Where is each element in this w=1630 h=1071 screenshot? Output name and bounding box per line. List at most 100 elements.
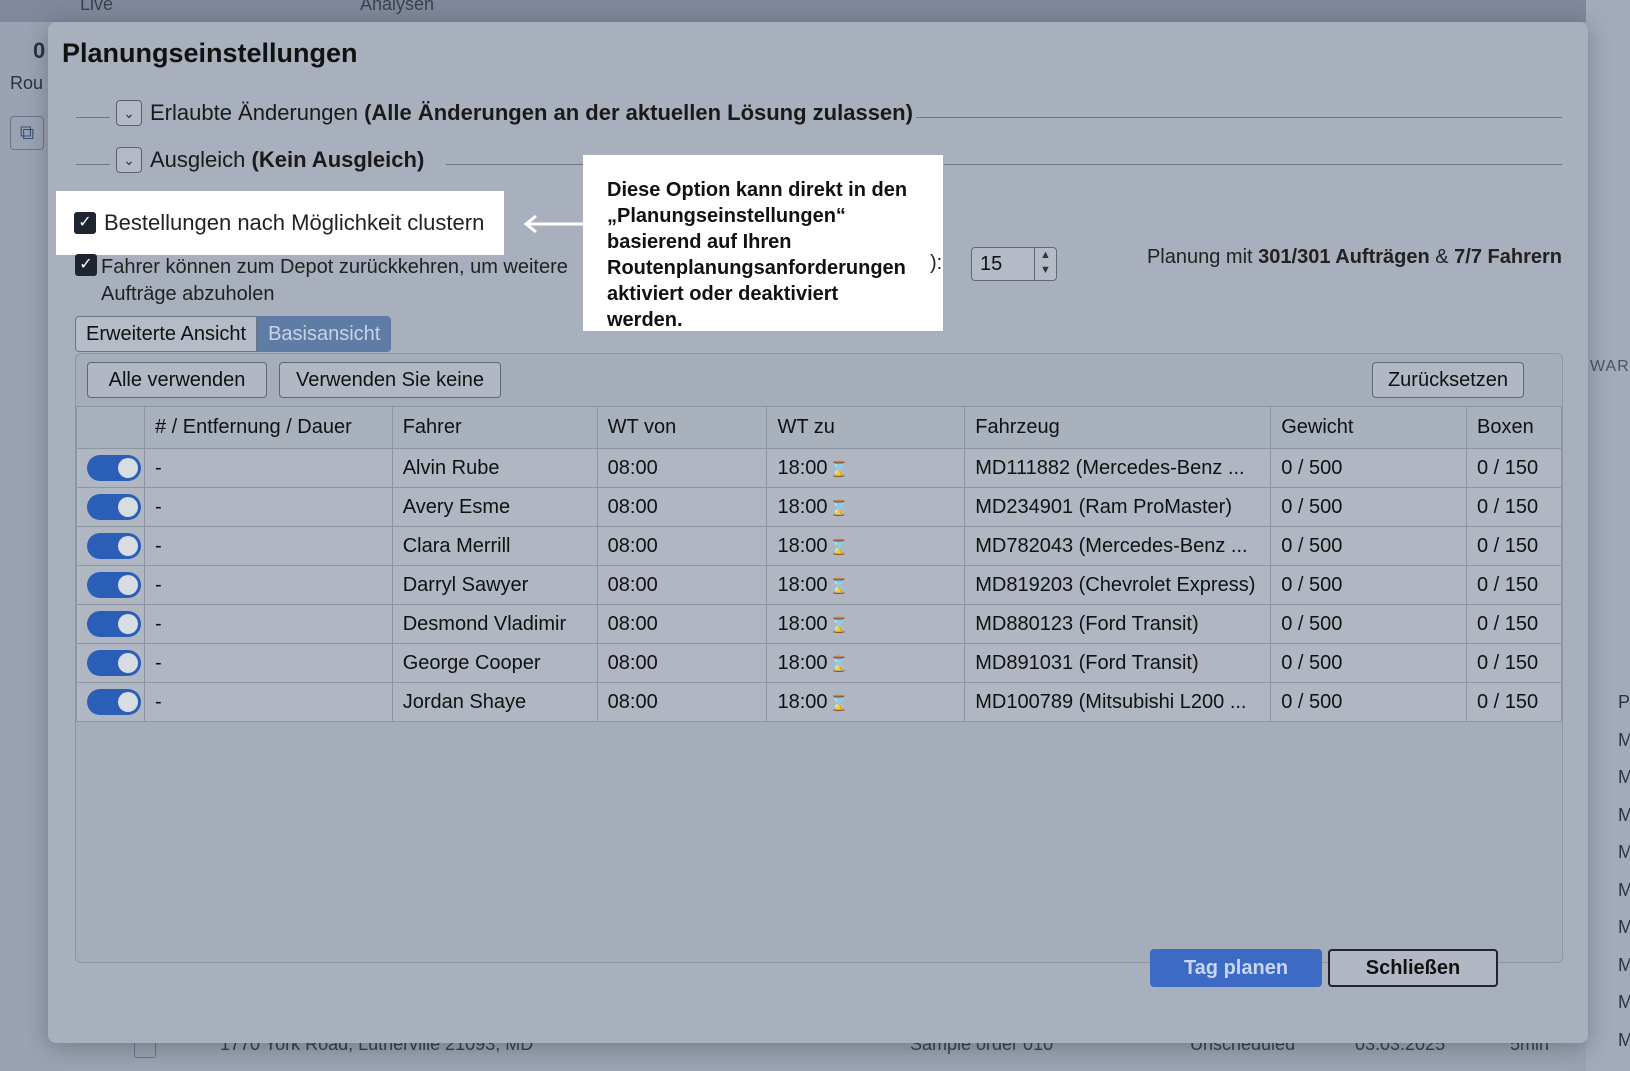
close-button[interactable]: Schließen xyxy=(1328,949,1498,987)
row-vehicle: MD891031 (Ford Transit) xyxy=(964,643,1272,683)
summary-prefix: Planung mit xyxy=(1146,246,1253,268)
cluster-orders-checkbox[interactable]: ✓ xyxy=(74,212,96,234)
row-to: 18:00 xyxy=(777,690,828,713)
driver-toggle[interactable] xyxy=(87,494,141,520)
chevron-down-icon[interactable]: ⌄ xyxy=(116,147,142,173)
hourglass-icon[interactable]: ⌛ xyxy=(830,617,849,634)
background-map-label: WAR xyxy=(1590,358,1630,375)
tab-advanced-view[interactable]: Erweiterte Ansicht xyxy=(75,316,258,352)
row-to-cell: 18:00 ⌛ xyxy=(766,604,966,644)
hourglass-icon[interactable]: ⌛ xyxy=(830,461,849,478)
section-divider xyxy=(944,164,1562,165)
driver-toggle[interactable] xyxy=(87,455,141,481)
row-driver: Jordan Shaye xyxy=(391,682,598,722)
copy-icon: ⧉ xyxy=(10,116,44,150)
row-boxes: 0 / 150 xyxy=(1465,682,1563,722)
plan-day-button[interactable]: Tag planen xyxy=(1150,949,1322,987)
row-boxes: 0 / 150 xyxy=(1465,526,1563,566)
row-vehicle: MD100789 (Mitsubishi L200 ... xyxy=(964,682,1272,722)
row-to-cell: 18:00 ⌛ xyxy=(766,643,966,683)
row-distance: - xyxy=(143,526,393,566)
section-balance[interactable]: ⌄ Ausgleich (Kein Ausgleich) xyxy=(76,147,424,173)
row-from: 08:00 xyxy=(596,682,768,722)
background-route-label: Rou xyxy=(10,73,44,93)
row-from: 08:00 xyxy=(596,526,768,566)
row-driver: Clara Merrill xyxy=(391,526,598,566)
background-tab-live: Live xyxy=(80,0,114,14)
column-header-from[interactable]: WT von xyxy=(596,406,768,449)
section-allowed-changes[interactable]: ⌄ Erlaubte Änderungen (Alle Änderungen a… xyxy=(76,100,913,126)
table-row: - Jordan Shaye 08:00 18:00 ⌛ MD100789 (Mi… xyxy=(76,682,1563,722)
row-toggle-cell xyxy=(76,565,145,605)
row-driver: George Cooper xyxy=(391,643,598,683)
background-right-column: P M M M M M M M M M xyxy=(1586,0,1630,1071)
hourglass-icon[interactable]: ⌛ xyxy=(830,578,849,595)
hourglass-icon[interactable]: ⌛ xyxy=(830,656,849,673)
row-boxes: 0 / 150 xyxy=(1465,565,1563,605)
row-distance: - xyxy=(143,604,393,644)
section-balance-title: Ausgleich xyxy=(150,147,246,172)
cluster-orders-label: Bestellungen nach Möglichkeit clustern xyxy=(104,210,485,235)
section-divider xyxy=(446,164,586,165)
background-column-item: M xyxy=(1618,917,1630,937)
modal-title: Planungseinstellungen xyxy=(62,38,358,68)
column-header-boxes[interactable]: Boxen xyxy=(1465,406,1563,449)
info-tooltip: Diese Option kann direkt in den „Planung… xyxy=(583,155,943,331)
row-driver: Desmond Vladimir xyxy=(391,604,598,644)
row-driver: Avery Esme xyxy=(391,487,598,527)
planning-summary: Planung mit 301/301 Aufträgen & 7/7 Fahr… xyxy=(1147,246,1562,269)
summary-drivers: 7/7 Fahrern xyxy=(1454,246,1562,268)
row-toggle-cell xyxy=(76,643,145,683)
tab-basic-view[interactable]: Basisansicht xyxy=(257,316,392,352)
row-distance: - xyxy=(143,643,393,683)
row-to-cell: 18:00 ⌛ xyxy=(766,448,966,488)
row-boxes: 0 / 150 xyxy=(1465,643,1563,683)
section-balance-value: (Kein Ausgleich) xyxy=(251,147,425,172)
summary-orders: 301/301 Aufträgen xyxy=(1258,246,1430,268)
row-distance: - xyxy=(143,565,393,605)
column-header-vehicle[interactable]: Fahrzeug xyxy=(964,406,1272,449)
row-to-cell: 18:00 ⌛ xyxy=(766,487,966,527)
driver-toggle[interactable] xyxy=(87,689,141,715)
hourglass-icon[interactable]: ⌛ xyxy=(830,500,849,517)
reset-button[interactable]: Zurücksetzen xyxy=(1372,362,1524,398)
depot-return-checkbox[interactable]: ✓ xyxy=(75,254,97,276)
table-row: - Darryl Sawyer 08:00 18:00 ⌛ MD819203 (C… xyxy=(76,565,1563,605)
table-header-row: # / Entfernung / Dauer Fahrer WT von WT … xyxy=(76,406,1563,449)
row-to-cell: 18:00 ⌛ xyxy=(766,526,966,566)
background-column-item: M xyxy=(1618,767,1630,787)
column-header-distance[interactable]: # / Entfernung / Dauer xyxy=(143,406,393,449)
row-to: 18:00 xyxy=(777,456,828,479)
use-none-button[interactable]: Verwenden Sie keine xyxy=(279,362,501,398)
number-input[interactable]: 15 ▲ ▼ xyxy=(971,247,1057,281)
table-row: - Clara Merrill 08:00 18:00 ⌛ MD782043 (M… xyxy=(76,526,1563,566)
column-header-to[interactable]: WT zu xyxy=(766,406,966,449)
background-column-item: M xyxy=(1618,805,1630,825)
row-distance: - xyxy=(143,487,393,527)
driver-toggle[interactable] xyxy=(87,533,141,559)
row-from: 08:00 xyxy=(596,565,768,605)
row-from: 08:00 xyxy=(596,487,768,527)
row-to-cell: 18:00 ⌛ xyxy=(766,682,966,722)
drivers-panel: Alle verwenden Verwenden Sie keine Zurüc… xyxy=(75,353,1563,963)
background-column-item: M xyxy=(1618,1030,1630,1050)
row-vehicle: MD819203 (Chevrolet Express) xyxy=(964,565,1272,605)
use-all-button[interactable]: Alle verwenden xyxy=(87,362,267,398)
stepper-icon[interactable]: ▲ ▼ xyxy=(1034,248,1056,280)
driver-toggle[interactable] xyxy=(87,611,141,637)
table-row: - George Cooper 08:00 18:00 ⌛ MD891031 (F… xyxy=(76,643,1563,683)
hourglass-icon[interactable]: ⌛ xyxy=(830,695,849,712)
section-allowed-changes-label: Erlaubte Änderungen (Alle Änderungen an … xyxy=(150,100,913,126)
row-weight: 0 / 500 xyxy=(1270,487,1467,527)
column-header-weight[interactable]: Gewicht xyxy=(1270,406,1467,449)
chevron-down-icon[interactable]: ⌄ xyxy=(116,100,142,126)
driver-toggle[interactable] xyxy=(87,650,141,676)
driver-toggle[interactable] xyxy=(87,572,141,598)
row-boxes: 0 / 150 xyxy=(1465,604,1563,644)
column-header-driver[interactable]: Fahrer xyxy=(391,406,598,449)
background-tab-analytics: Analysen xyxy=(360,0,435,14)
background-column-item: M xyxy=(1618,992,1630,1012)
hourglass-icon[interactable]: ⌛ xyxy=(830,539,849,556)
table-row: - Alvin Rube 08:00 18:00 ⌛ MD111882 (Merc… xyxy=(76,448,1563,488)
background-column-item: M xyxy=(1618,842,1630,862)
